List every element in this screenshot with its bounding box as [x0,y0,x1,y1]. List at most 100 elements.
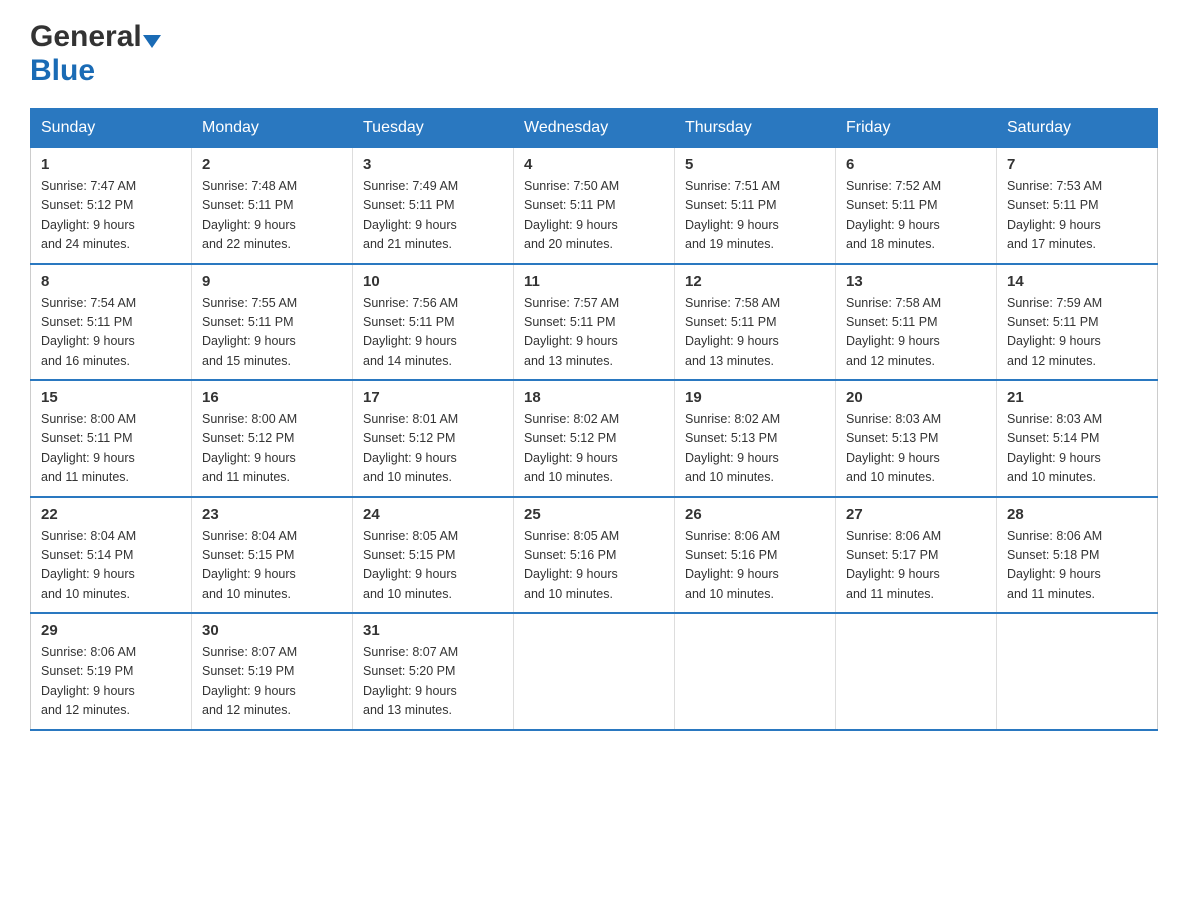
day-number: 16 [202,389,342,406]
day-info: Sunrise: 7:52 AMSunset: 5:11 PMDaylight:… [846,177,986,255]
calendar-week-row: 15 Sunrise: 8:00 AMSunset: 5:11 PMDayligh… [31,380,1158,497]
day-number: 14 [1007,273,1147,290]
day-number: 31 [363,622,503,639]
day-number: 29 [41,622,181,639]
day-info: Sunrise: 8:03 AMSunset: 5:14 PMDaylight:… [1007,410,1147,488]
calendar-cell: 1 Sunrise: 7:47 AMSunset: 5:12 PMDaylight… [31,148,192,264]
day-number: 10 [363,273,503,290]
day-number: 6 [846,156,986,173]
calendar-cell: 26Sunrise: 8:06 AMSunset: 5:16 PMDayligh… [675,497,836,614]
col-header-saturday: Saturday [997,109,1158,148]
day-info: Sunrise: 7:50 AMSunset: 5:11 PMDaylight:… [524,177,664,255]
day-number: 1 [41,156,181,173]
calendar-cell [997,613,1158,730]
calendar-week-row: 22 Sunrise: 8:04 AMSunset: 5:14 PMDayligh… [31,497,1158,614]
day-info: Sunrise: 7:57 AMSunset: 5:11 PMDaylight:… [524,294,664,372]
day-info: Sunrise: 8:06 AMSunset: 5:18 PMDaylight:… [1007,527,1147,605]
day-number: 25 [524,506,664,523]
day-number: 18 [524,389,664,406]
day-info: Sunrise: 8:00 AMSunset: 5:12 PMDaylight:… [202,410,342,488]
calendar-cell: 28 Sunrise: 8:06 AMSunset: 5:18 PMDayligh… [997,497,1158,614]
day-info: Sunrise: 8:02 AMSunset: 5:13 PMDaylight:… [685,410,825,488]
day-info: Sunrise: 7:55 AMSunset: 5:11 PMDaylight:… [202,294,342,372]
day-info: Sunrise: 7:49 AMSunset: 5:11 PMDaylight:… [363,177,503,255]
day-number: 8 [41,273,181,290]
col-header-monday: Monday [192,109,353,148]
day-info: Sunrise: 7:56 AMSunset: 5:11 PMDaylight:… [363,294,503,372]
day-number: 15 [41,389,181,406]
logo: General Blue [30,20,161,88]
day-info: Sunrise: 7:59 AMSunset: 5:11 PMDaylight:… [1007,294,1147,372]
calendar-cell: 19Sunrise: 8:02 AMSunset: 5:13 PMDayligh… [675,380,836,497]
day-info: Sunrise: 8:02 AMSunset: 5:12 PMDaylight:… [524,410,664,488]
day-info: Sunrise: 7:47 AMSunset: 5:12 PMDaylight:… [41,177,181,255]
logo-general-text: General [30,20,142,54]
day-info: Sunrise: 7:48 AMSunset: 5:11 PMDaylight:… [202,177,342,255]
day-number: 2 [202,156,342,173]
calendar-cell: 2 Sunrise: 7:48 AMSunset: 5:11 PMDaylight… [192,148,353,264]
day-number: 13 [846,273,986,290]
calendar-cell: 3 Sunrise: 7:49 AMSunset: 5:11 PMDaylight… [353,148,514,264]
col-header-friday: Friday [836,109,997,148]
calendar-cell: 8 Sunrise: 7:54 AMSunset: 5:11 PMDaylight… [31,264,192,381]
day-number: 3 [363,156,503,173]
day-info: Sunrise: 7:51 AMSunset: 5:11 PMDaylight:… [685,177,825,255]
day-number: 26 [685,506,825,523]
calendar-week-row: 29 Sunrise: 8:06 AMSunset: 5:19 PMDayligh… [31,613,1158,730]
calendar-cell: 18 Sunrise: 8:02 AMSunset: 5:12 PMDayligh… [514,380,675,497]
col-header-tuesday: Tuesday [353,109,514,148]
day-info: Sunrise: 8:06 AMSunset: 5:17 PMDaylight:… [846,527,986,605]
day-number: 22 [41,506,181,523]
calendar-cell: 20Sunrise: 8:03 AMSunset: 5:13 PMDayligh… [836,380,997,497]
calendar-cell: 23 Sunrise: 8:04 AMSunset: 5:15 PMDayligh… [192,497,353,614]
day-info: Sunrise: 8:01 AMSunset: 5:12 PMDaylight:… [363,410,503,488]
day-number: 12 [685,273,825,290]
day-info: Sunrise: 7:58 AMSunset: 5:11 PMDaylight:… [685,294,825,372]
page-header: General Blue [30,20,1158,88]
day-info: Sunrise: 8:03 AMSunset: 5:13 PMDaylight:… [846,410,986,488]
day-info: Sunrise: 7:54 AMSunset: 5:11 PMDaylight:… [41,294,181,372]
calendar-cell: 10 Sunrise: 7:56 AMSunset: 5:11 PMDayligh… [353,264,514,381]
day-number: 5 [685,156,825,173]
day-number: 23 [202,506,342,523]
day-info: Sunrise: 8:04 AMSunset: 5:14 PMDaylight:… [41,527,181,605]
calendar-cell: 25 Sunrise: 8:05 AMSunset: 5:16 PMDayligh… [514,497,675,614]
calendar-cell: 15 Sunrise: 8:00 AMSunset: 5:11 PMDayligh… [31,380,192,497]
logo-triangle-icon [143,35,161,48]
calendar-cell: 24 Sunrise: 8:05 AMSunset: 5:15 PMDayligh… [353,497,514,614]
calendar-week-row: 1 Sunrise: 7:47 AMSunset: 5:12 PMDaylight… [31,148,1158,264]
day-info: Sunrise: 8:07 AMSunset: 5:19 PMDaylight:… [202,643,342,721]
logo-blue-text: Blue [30,54,95,88]
calendar-cell: 6 Sunrise: 7:52 AMSunset: 5:11 PMDaylight… [836,148,997,264]
calendar-cell: 11 Sunrise: 7:57 AMSunset: 5:11 PMDayligh… [514,264,675,381]
day-info: Sunrise: 8:06 AMSunset: 5:19 PMDaylight:… [41,643,181,721]
calendar-cell: 22 Sunrise: 8:04 AMSunset: 5:14 PMDayligh… [31,497,192,614]
day-number: 21 [1007,389,1147,406]
calendar-cell: 29 Sunrise: 8:06 AMSunset: 5:19 PMDayligh… [31,613,192,730]
day-info: Sunrise: 7:53 AMSunset: 5:11 PMDaylight:… [1007,177,1147,255]
col-header-wednesday: Wednesday [514,109,675,148]
calendar-cell [836,613,997,730]
day-number: 27 [846,506,986,523]
day-number: 28 [1007,506,1147,523]
calendar-cell: 14 Sunrise: 7:59 AMSunset: 5:11 PMDayligh… [997,264,1158,381]
calendar-table: SundayMondayTuesdayWednesdayThursdayFrid… [30,108,1158,731]
calendar-cell: 27 Sunrise: 8:06 AMSunset: 5:17 PMDayligh… [836,497,997,614]
day-info: Sunrise: 8:00 AMSunset: 5:11 PMDaylight:… [41,410,181,488]
calendar-cell: 12 Sunrise: 7:58 AMSunset: 5:11 PMDayligh… [675,264,836,381]
day-info: Sunrise: 8:05 AMSunset: 5:16 PMDaylight:… [524,527,664,605]
calendar-cell [514,613,675,730]
day-info: Sunrise: 8:04 AMSunset: 5:15 PMDaylight:… [202,527,342,605]
calendar-cell: 30Sunrise: 8:07 AMSunset: 5:19 PMDayligh… [192,613,353,730]
day-number: 24 [363,506,503,523]
day-info: Sunrise: 8:05 AMSunset: 5:15 PMDaylight:… [363,527,503,605]
calendar-cell [675,613,836,730]
calendar-cell: 7Sunrise: 7:53 AMSunset: 5:11 PMDaylight… [997,148,1158,264]
calendar-cell: 4Sunrise: 7:50 AMSunset: 5:11 PMDaylight… [514,148,675,264]
day-number: 11 [524,273,664,290]
calendar-cell: 31Sunrise: 8:07 AMSunset: 5:20 PMDayligh… [353,613,514,730]
day-number: 9 [202,273,342,290]
day-number: 17 [363,389,503,406]
calendar-cell: 9 Sunrise: 7:55 AMSunset: 5:11 PMDaylight… [192,264,353,381]
calendar-cell: 13Sunrise: 7:58 AMSunset: 5:11 PMDayligh… [836,264,997,381]
